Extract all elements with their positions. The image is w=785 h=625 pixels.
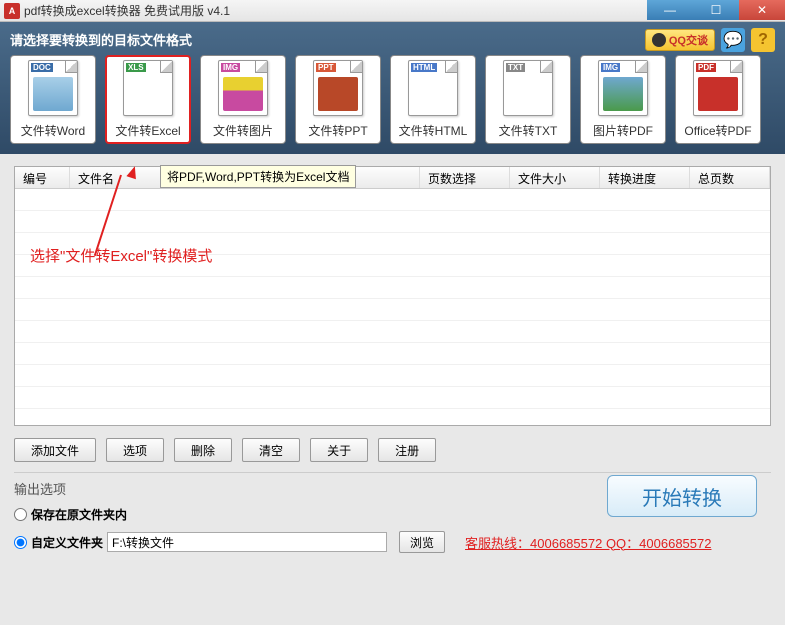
table-row xyxy=(15,277,770,299)
chat-icon[interactable]: 💬 xyxy=(721,28,745,52)
window-title: pdf转换成excel转换器 免费试用版 v4.1 xyxy=(24,2,230,19)
clear-button[interactable]: 清空 xyxy=(242,438,300,462)
th-id[interactable]: 编号 xyxy=(15,167,70,188)
format-文件转Excel[interactable]: XLS文件转Excel xyxy=(105,55,191,144)
format-label: 文件转TXT xyxy=(490,122,566,139)
add-file-button[interactable]: 添加文件 xyxy=(14,438,96,462)
table-row xyxy=(15,409,770,426)
help-icons: QQ交谈 💬 ? xyxy=(645,28,775,52)
format-label: 图片转PDF xyxy=(585,122,661,139)
delete-button[interactable]: 删除 xyxy=(174,438,232,462)
titlebar: A pdf转换成excel转换器 免费试用版 v4.1 — ☐ ✕ xyxy=(0,0,785,22)
format-label: 文件转HTML xyxy=(395,122,471,139)
th-pages[interactable]: 页数选择 xyxy=(420,167,510,188)
radio-source-label: 保存在原文件夹内 xyxy=(31,506,127,523)
format-label: 文件转Excel xyxy=(110,122,186,139)
format-图片转PDF[interactable]: IMG图片转PDF xyxy=(580,55,666,144)
close-button[interactable]: ✕ xyxy=(739,0,785,20)
help-icon[interactable]: ? xyxy=(751,28,775,52)
hotline-link[interactable]: 客服热线：4006685572 QQ：4006685572 xyxy=(465,533,711,552)
format-文件转图片[interactable]: IMG文件转图片 xyxy=(200,55,286,144)
browse-button[interactable]: 浏览 xyxy=(399,531,445,553)
format-panel: 请选择要转换到的目标文件格式 QQ交谈 💬 ? DOC文件转WordXLS文件转… xyxy=(0,22,785,154)
tooltip: 将PDF,Word,PPT转换为Excel文档 xyxy=(160,165,356,188)
format-label: 文件转Word xyxy=(15,122,91,139)
format-label: 文件转PPT xyxy=(300,122,376,139)
th-total[interactable]: 总页数 xyxy=(690,167,770,188)
table-row xyxy=(15,189,770,211)
table-row xyxy=(15,387,770,409)
window-controls: — ☐ ✕ xyxy=(647,0,785,20)
format-Office转PDF[interactable]: PDFOffice转PDF xyxy=(675,55,761,144)
table-row xyxy=(15,365,770,387)
app-icon: A xyxy=(4,3,20,19)
action-buttons: 添加文件 选项 删除 清空 关于 注册 xyxy=(14,438,771,462)
table-row xyxy=(15,299,770,321)
table-row xyxy=(15,211,770,233)
radio-custom-folder[interactable]: 自定义文件夹 浏览 客服热线：4006685572 QQ：4006685572 xyxy=(14,531,771,553)
qq-label: QQ交谈 xyxy=(669,32,708,48)
format-文件转Word[interactable]: DOC文件转Word xyxy=(10,55,96,144)
maximize-button[interactable]: ☐ xyxy=(693,0,739,20)
qq-icon xyxy=(652,33,666,47)
radio-custom-label: 自定义文件夹 xyxy=(31,534,103,551)
format-文件转PPT[interactable]: PPT文件转PPT xyxy=(295,55,381,144)
register-button[interactable]: 注册 xyxy=(378,438,436,462)
format-label: Office转PDF xyxy=(680,122,756,139)
table-body xyxy=(15,189,770,426)
th-size[interactable]: 文件大小 xyxy=(510,167,600,188)
table-row xyxy=(15,343,770,365)
annotation-text: 选择"文件转Excel"转换模式 xyxy=(30,245,212,266)
content-area: 编号 文件名 页数选择 文件大小 转换进度 总页数 添加文件 选项 删除 清空 … xyxy=(0,154,785,569)
start-convert-button[interactable]: 开始转换 xyxy=(607,475,757,517)
th-progress[interactable]: 转换进度 xyxy=(600,167,690,188)
format-文件转TXT[interactable]: TXT文件转TXT xyxy=(485,55,571,144)
about-button[interactable]: 关于 xyxy=(310,438,368,462)
format-label: 文件转图片 xyxy=(205,122,281,139)
output-section: 输出选项 开始转换 保存在原文件夹内 自定义文件夹 浏览 客服热线：400668… xyxy=(14,472,771,553)
table-row xyxy=(15,321,770,343)
minimize-button[interactable]: — xyxy=(647,0,693,20)
qq-chat-button[interactable]: QQ交谈 xyxy=(645,29,715,51)
radio-custom-input[interactable] xyxy=(14,536,27,549)
output-path-input[interactable] xyxy=(107,532,387,552)
format-文件转HTML[interactable]: HTML文件转HTML xyxy=(390,55,476,144)
options-button[interactable]: 选项 xyxy=(106,438,164,462)
radio-source-input[interactable] xyxy=(14,508,27,521)
format-row: DOC文件转WordXLS文件转ExcelIMG文件转图片PPT文件转PPTHT… xyxy=(10,55,775,144)
file-table: 编号 文件名 页数选择 文件大小 转换进度 总页数 xyxy=(14,166,771,426)
